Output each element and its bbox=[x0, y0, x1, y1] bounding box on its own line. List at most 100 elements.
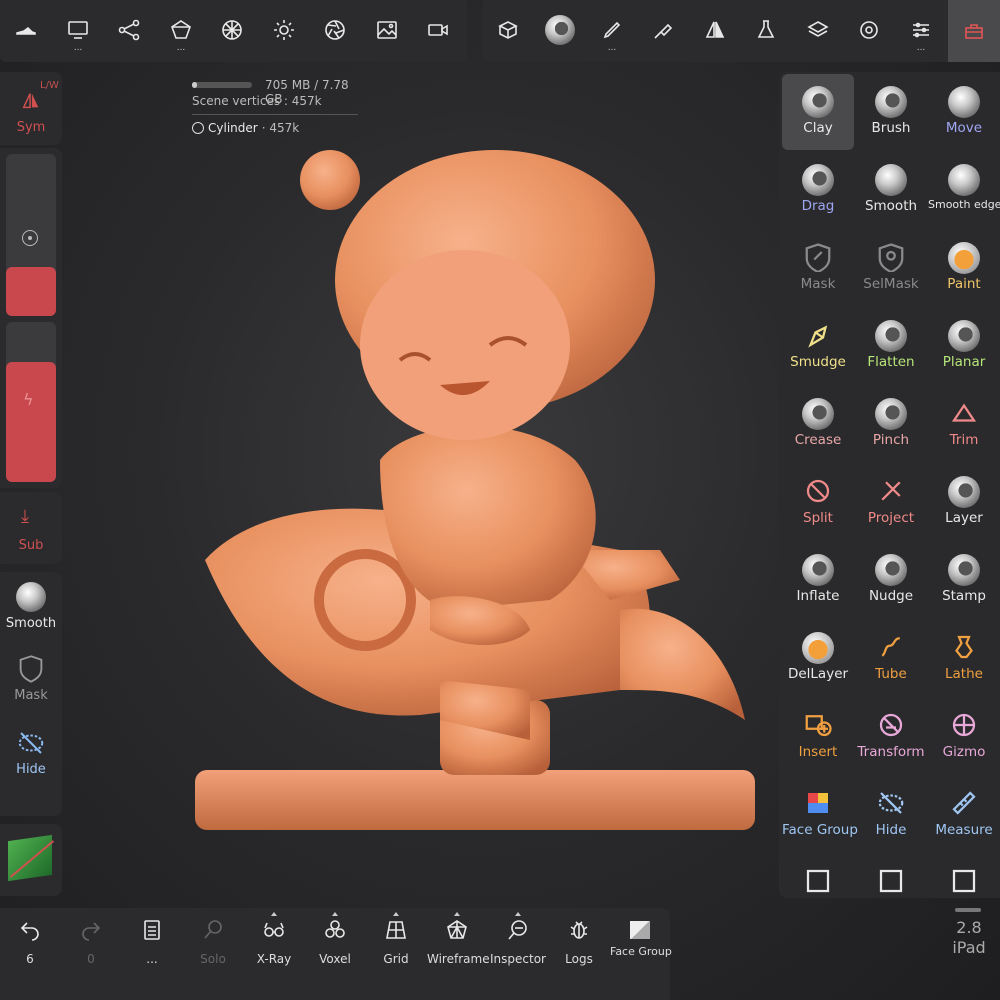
tool-inflate[interactable]: Inflate bbox=[782, 542, 854, 618]
tool-stamp[interactable]: Stamp bbox=[928, 542, 1000, 618]
brush-icon[interactable] bbox=[643, 10, 683, 50]
tool-label: Stamp bbox=[942, 588, 986, 604]
wireframe-label: Wireframe bbox=[427, 952, 490, 966]
xray-glasses-icon bbox=[264, 922, 284, 937]
project-icon bbox=[875, 476, 907, 508]
wireframe-icon bbox=[447, 920, 467, 939]
flask-icon[interactable] bbox=[746, 10, 786, 50]
tool-flatten[interactable]: Flatten bbox=[855, 308, 927, 384]
tool-smooth[interactable]: Smooth bbox=[855, 152, 927, 228]
tool-gizmo[interactable]: Gizmo bbox=[928, 698, 1000, 774]
mesh-sphere-icon[interactable] bbox=[212, 10, 252, 50]
intensity-slider[interactable]: ϟ bbox=[6, 322, 56, 482]
figure-body bbox=[380, 426, 596, 610]
tool-label: Layer bbox=[945, 510, 983, 526]
tube-icon bbox=[875, 632, 907, 664]
tool-paint[interactable]: Paint bbox=[928, 230, 1000, 306]
logs-button[interactable]: Logs bbox=[549, 918, 609, 966]
pen-icon[interactable]: ... bbox=[592, 10, 632, 53]
tool-trim[interactable]: Trim bbox=[928, 386, 1000, 462]
tool-label: DelLayer bbox=[787, 666, 849, 682]
solo-label: Solo bbox=[200, 952, 226, 966]
tool-extra-31[interactable] bbox=[855, 854, 927, 930]
symmetry-icon[interactable] bbox=[695, 10, 735, 50]
quick-mask-button[interactable]: Mask bbox=[0, 652, 62, 718]
document-icon bbox=[144, 920, 160, 940]
material-sphere-icon[interactable] bbox=[540, 10, 580, 50]
tool-split[interactable]: Split bbox=[782, 464, 854, 540]
tool-pinch[interactable]: Pinch bbox=[855, 386, 927, 462]
tool-layer[interactable]: Layer bbox=[928, 464, 1000, 540]
symmetry-panel[interactable]: L/W Sym bbox=[0, 72, 62, 145]
version-number: 2.8 bbox=[956, 918, 982, 937]
voxel-button[interactable]: Voxel bbox=[305, 912, 365, 966]
wireframe-options-arrow bbox=[454, 912, 460, 916]
scene-graph-icon[interactable] bbox=[109, 10, 149, 50]
wireframe-button[interactable]: Wireframe bbox=[427, 912, 490, 966]
image-icon[interactable] bbox=[367, 10, 407, 50]
grid-label: Grid bbox=[383, 952, 409, 966]
redo-button[interactable]: 0 bbox=[61, 918, 121, 966]
xray-button[interactable]: X-Ray bbox=[244, 912, 304, 966]
tool-lathe[interactable]: Lathe bbox=[928, 620, 1000, 696]
tool-move[interactable]: Move bbox=[928, 74, 1000, 150]
video-icon[interactable] bbox=[418, 10, 458, 50]
layers-icon[interactable] bbox=[798, 10, 838, 50]
tool-drag[interactable]: Drag bbox=[782, 152, 854, 228]
tool-insert[interactable]: Insert bbox=[782, 698, 854, 774]
version-device: iPad bbox=[952, 938, 986, 957]
history-button[interactable]: ... bbox=[122, 918, 182, 966]
tool-mask[interactable]: Mask bbox=[782, 230, 854, 306]
brush-sphere-icon bbox=[875, 86, 907, 118]
tool-smooth-edge[interactable]: Smooth edge bbox=[928, 152, 1000, 228]
scene-stats: 705 MB / 7.78 GB Scene vertices : 457k C… bbox=[192, 78, 358, 135]
tool-planar[interactable]: Planar bbox=[928, 308, 1000, 384]
face-group-icon bbox=[802, 788, 834, 820]
tool-crease[interactable]: Crease bbox=[782, 386, 854, 462]
primitive-icon[interactable]: ... bbox=[161, 10, 201, 53]
memory-bar-fill bbox=[192, 82, 198, 88]
tool-brush[interactable]: Brush bbox=[855, 74, 927, 150]
subtract-toggle[interactable]: ⤓ Sub bbox=[0, 492, 62, 564]
toolbox-icon[interactable] bbox=[948, 0, 1000, 62]
quick-smooth-button[interactable]: Smooth bbox=[0, 578, 62, 644]
tool-smudge[interactable]: Smudge bbox=[782, 308, 854, 384]
monitor-icon[interactable]: ... bbox=[58, 10, 98, 53]
matcap-button[interactable] bbox=[0, 824, 62, 896]
grid-button[interactable]: Grid bbox=[366, 912, 426, 966]
inspector-button[interactable]: Inspector bbox=[488, 912, 548, 966]
tool-transform[interactable]: Transform bbox=[855, 698, 927, 774]
smooth-edge-sphere-icon bbox=[948, 164, 980, 196]
quick-hide-button[interactable]: Hide bbox=[0, 726, 62, 792]
tool-dellayer[interactable]: DelLayer bbox=[782, 620, 854, 696]
sculpt-model[interactable] bbox=[190, 130, 765, 840]
shoe-icon[interactable] bbox=[6, 10, 46, 50]
radius-slider[interactable] bbox=[6, 154, 56, 316]
tool-selmask[interactable]: SelMask bbox=[855, 230, 927, 306]
inspector-icon bbox=[508, 920, 527, 940]
sliders-icon[interactable]: ... bbox=[901, 10, 941, 53]
box-export-icon[interactable] bbox=[488, 10, 528, 50]
sun-icon[interactable] bbox=[264, 10, 304, 50]
face-group-button[interactable]: Face Group bbox=[610, 918, 672, 958]
tool-tube[interactable]: Tube bbox=[855, 620, 927, 696]
gear-icon[interactable] bbox=[849, 10, 889, 50]
solo-button[interactable]: Solo bbox=[183, 918, 243, 966]
tool-face-group[interactable]: Face Group bbox=[782, 776, 858, 852]
quick-tools-panel: Smooth Mask Hide bbox=[0, 572, 62, 816]
flatten-sphere-icon bbox=[875, 320, 907, 352]
undo-button[interactable]: 6 bbox=[0, 918, 60, 966]
aperture-icon[interactable] bbox=[315, 10, 355, 50]
tool-clay[interactable]: Clay bbox=[782, 74, 854, 150]
tool-measure[interactable]: Measure bbox=[928, 776, 1000, 852]
nudge-sphere-icon bbox=[875, 554, 907, 586]
tool-hide[interactable]: Hide bbox=[855, 776, 927, 852]
tool-extra-30[interactable] bbox=[782, 854, 854, 930]
tool-label: Smudge bbox=[790, 354, 846, 370]
feather-crown bbox=[300, 150, 360, 210]
tool-project[interactable]: Project bbox=[855, 464, 927, 540]
voxel-label: Voxel bbox=[319, 952, 351, 966]
ruler-icon bbox=[948, 788, 980, 820]
tool-nudge[interactable]: Nudge bbox=[855, 542, 927, 618]
tool-label: Project bbox=[867, 510, 915, 526]
